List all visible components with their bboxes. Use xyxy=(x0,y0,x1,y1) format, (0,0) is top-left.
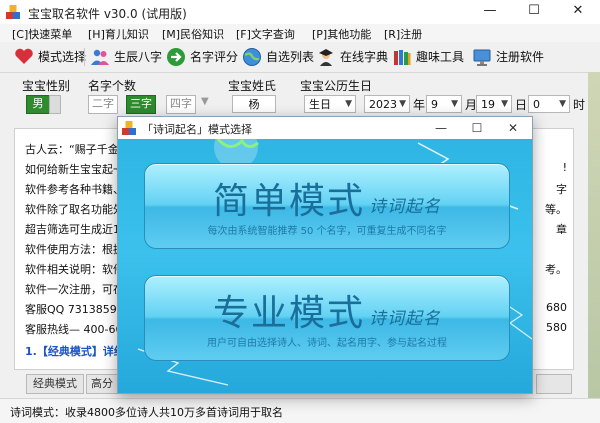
text-line: 软件一次注册，可在 xyxy=(25,283,124,296)
pro-mode-description: 用户可自由选择诗人、诗词、起名用字、参与起名过程 xyxy=(207,338,447,349)
text-fragment: 等。 xyxy=(545,203,567,216)
menu-quick[interactable]: [C]快速菜单 xyxy=(12,26,72,42)
simple-mode-button[interactable]: 简单模式 诗词起名 每次由系统智能推荐 50 个名字，可重复生成不同名字 xyxy=(144,163,510,249)
scholar-icon xyxy=(319,49,333,66)
books-icon xyxy=(394,50,411,65)
app-logo-icon xyxy=(6,5,20,19)
text-line: 软件相关说明：软件 xyxy=(25,263,124,276)
chevron-down-icon: ▼ xyxy=(345,99,352,109)
app-logo-icon xyxy=(122,121,136,135)
menu-bar: [C]快速菜单 [H]育儿知识 [M]民俗知识 [F]文字查询 [P]其他功能 … xyxy=(0,24,600,42)
maximize-button[interactable]: ☐ xyxy=(512,0,556,24)
close-button[interactable]: ✕ xyxy=(556,0,600,24)
people-icon xyxy=(91,49,109,65)
day-unit: 日 xyxy=(515,98,528,112)
menu-register[interactable]: [R]注册 xyxy=(384,26,422,42)
minimize-button[interactable]: — xyxy=(468,0,512,24)
extra-button[interactable] xyxy=(536,374,572,394)
count-option-three[interactable]: 三字 xyxy=(126,95,156,114)
high-score-mode-button[interactable]: 高分 xyxy=(86,374,118,394)
toolbar-separator xyxy=(84,48,85,66)
dialog-body: 简单模式 诗词起名 每次由系统智能推荐 50 个名字，可重复生成不同名字 专业模式… xyxy=(118,139,532,393)
online-dictionary-button[interactable]: 在线字典 xyxy=(314,45,388,69)
globe-icon xyxy=(243,48,261,66)
count-option-two[interactable]: 二字 xyxy=(88,95,118,114)
text-line: 超吉筛选可生成近10 xyxy=(25,223,127,236)
year-select[interactable]: 2023 ▼ xyxy=(364,95,410,113)
dialog-title: 「诗词起名」模式选择 xyxy=(142,123,252,136)
classic-mode-link[interactable]: 1.【经典模式】详细 xyxy=(25,343,125,359)
text-line: 如何给新生宝宝起一 xyxy=(25,163,124,176)
poetry-mode-dialog: 「诗词起名」模式选择 — ☐ ✕ 简单模式 诗词起名 每次由系统智能推荐 50 个… xyxy=(117,116,533,394)
register-software-button[interactable]: 注册软件 xyxy=(470,45,544,69)
surname-field[interactable]: 杨 xyxy=(232,95,276,113)
day-select[interactable]: 19 ▼ xyxy=(476,95,512,113)
text-line: 客服QQ 731385908 xyxy=(25,303,131,316)
main-window: 宝宝取名软件 v30.0 (试用版) — ☐ ✕ [C]快速菜单 [H]育儿知识… xyxy=(0,0,600,423)
text-line: 软件除了取名功能外 xyxy=(25,203,124,216)
text-fragment: 考。 xyxy=(545,263,567,276)
chevron-down-icon: ▼ xyxy=(451,99,458,109)
gender-toggle-track[interactable] xyxy=(49,95,61,114)
hour-select[interactable]: 0 ▼ xyxy=(528,95,570,113)
classic-mode-button[interactable]: 经典模式 xyxy=(26,374,84,394)
gender-label: 宝宝性别 xyxy=(22,79,71,93)
text-line: 古人云：“赐子千金 xyxy=(25,143,119,156)
month-select[interactable]: 9 ▼ xyxy=(426,95,462,113)
birth-type-select[interactable]: 生日 ▼ xyxy=(304,95,356,113)
text-fragment: 680 xyxy=(546,301,567,314)
dialog-close-button[interactable]: ✕ xyxy=(496,117,530,139)
text-fragment: 章 xyxy=(556,223,567,236)
count-dropdown-icon[interactable]: ▼ xyxy=(201,96,209,107)
name-score-button[interactable]: 名字评分 xyxy=(164,45,238,69)
toolbar: 模式选择 生辰八字 名字评分 自选列表 在线字典 趣味工具 注册软件 xyxy=(0,42,600,73)
text-fragment: 字 xyxy=(556,183,567,196)
chevron-down-icon: ▼ xyxy=(399,99,406,109)
name-count-label: 名字个数 xyxy=(88,79,137,93)
menu-other[interactable]: [P]其他功能 xyxy=(312,26,371,42)
status-text: 诗词模式：收录4800多位诗人共10万多首诗词用于取名 xyxy=(10,406,283,419)
pro-mode-title: 专业模式 诗词起名 xyxy=(212,293,441,334)
birthday-label: 宝宝公历生日 xyxy=(300,79,373,93)
side-decoration xyxy=(588,72,600,398)
dialog-minimize-button[interactable]: — xyxy=(424,117,458,139)
text-line: 客服热线— 400-666 xyxy=(25,323,130,336)
chevron-down-icon: ▼ xyxy=(559,99,566,109)
gender-toggle[interactable]: 男 xyxy=(26,95,50,114)
custom-list-button[interactable]: 自选列表 xyxy=(240,45,314,69)
text-line: 软件参考各种书籍、 xyxy=(25,183,124,196)
simple-mode-description: 每次由系统智能推荐 50 个名字，可重复生成不同名字 xyxy=(207,226,447,237)
mode-select-button[interactable]: 模式选择 xyxy=(12,45,86,69)
text-fragment: 580 xyxy=(546,321,567,334)
menu-folk[interactable]: [M]民俗知识 xyxy=(162,26,224,42)
dialog-maximize-button[interactable]: ☐ xyxy=(460,117,494,139)
text-line: 软件使用方法：根据 xyxy=(25,243,124,256)
birth-chart-button[interactable]: 生辰八字 xyxy=(88,45,162,69)
heart-icon xyxy=(15,48,33,64)
dialog-title-bar: 「诗词起名」模式选择 — ☐ ✕ xyxy=(118,117,532,139)
pro-mode-button[interactable]: 专业模式 诗词起名 用户可自由选择诗人、诗词、起名用字、参与起名过程 xyxy=(144,275,510,361)
monitor-icon xyxy=(473,49,491,66)
chevron-down-icon: ▼ xyxy=(501,99,508,109)
arrow-right-icon xyxy=(167,48,185,66)
options-row: 宝宝性别 男 名字个数 二字 三字 四字 ▼ 宝宝姓氏 杨 宝宝公历生日 生日 ▼… xyxy=(0,73,600,117)
text-fragment: ! xyxy=(562,161,567,174)
year-unit: 年 xyxy=(413,98,426,112)
fun-tools-button[interactable]: 趣味工具 xyxy=(390,45,464,69)
count-option-four[interactable]: 四字 xyxy=(166,95,196,114)
menu-parenting[interactable]: [H]育儿知识 xyxy=(88,26,149,42)
menu-text-query[interactable]: [F]文字查询 xyxy=(236,26,295,42)
status-bar: 诗词模式：收录4800多位诗人共10万多首诗词用于取名 xyxy=(0,398,600,423)
title-bar: 宝宝取名软件 v30.0 (试用版) — ☐ ✕ xyxy=(0,0,600,24)
simple-mode-title: 简单模式 诗词起名 xyxy=(212,181,441,222)
hour-unit: 时 xyxy=(573,98,586,112)
window-title: 宝宝取名软件 v30.0 (试用版) xyxy=(28,7,187,21)
surname-label: 宝宝姓氏 xyxy=(228,79,277,93)
